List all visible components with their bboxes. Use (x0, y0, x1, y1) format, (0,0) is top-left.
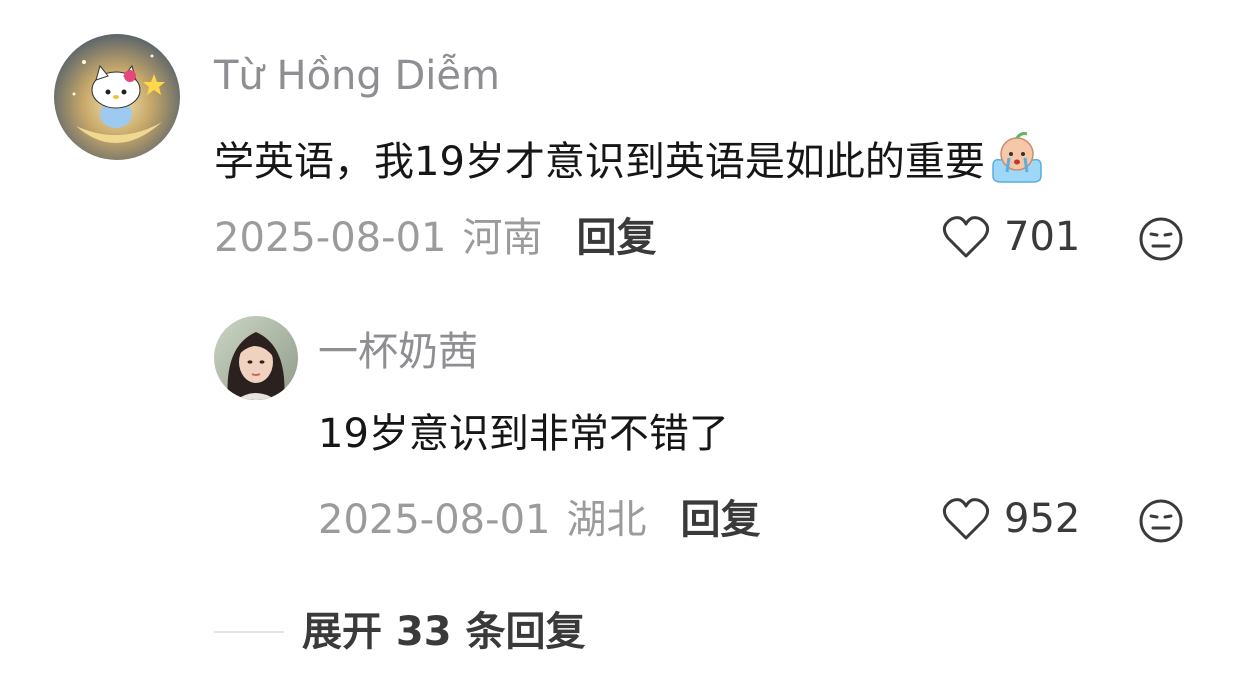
comment-thread: Từ Hồng Diễm 学英语，我19岁才意识到英语是如此的重要 2025-0… (0, 0, 1260, 698)
dislike-button[interactable] (1138, 216, 1184, 262)
heart-outline-icon (942, 214, 990, 260)
comment-date: 2025-08-01 (214, 215, 447, 261)
meh-face-icon (1138, 216, 1184, 262)
comment-author-name[interactable]: Từ Hồng Diễm (214, 56, 500, 96)
reply-location: 湖北 (566, 497, 647, 543)
comment-text-row: 学英语，我19岁才意识到英语是如此的重要 (214, 132, 1045, 191)
reply-reply-button[interactable]: 回复 (680, 500, 760, 540)
reply-avatar[interactable] (214, 316, 298, 400)
avatar[interactable] (54, 34, 180, 160)
heart-outline-icon (942, 496, 990, 542)
reply-dislike-button[interactable] (1138, 498, 1184, 544)
expand-replies-label: 展开 33 条回复 (302, 609, 586, 655)
expand-replies-button[interactable]: 展开 33 条回复 (214, 612, 586, 652)
reply-button[interactable]: 回复 (576, 218, 656, 258)
comment-text: 学英语，我19岁才意识到英语是如此的重要 (214, 138, 985, 185)
like-button[interactable]: 701 (942, 214, 1080, 260)
girl-portrait-avatar-image (214, 316, 298, 400)
crying-face-emoji (989, 132, 1045, 191)
meh-face-icon (1138, 498, 1184, 544)
comment-location: 河南 (462, 215, 543, 261)
divider-line (214, 631, 284, 633)
reply-like-button[interactable]: 952 (942, 496, 1080, 542)
reply-author-name[interactable]: 一杯奶茜 (318, 332, 478, 372)
comment-meta: 2025-08-01 河南 回复 (214, 218, 656, 258)
reply-text: 19岁意识到非常不错了 (318, 411, 729, 457)
reply-text-row: 19岁意识到非常不错了 (318, 414, 729, 454)
like-count: 701 (1004, 214, 1081, 260)
reply-meta: 2025-08-01 湖北 回复 (318, 500, 760, 540)
hello-kitty-avatar-image (54, 34, 180, 160)
reply-date: 2025-08-01 (318, 497, 551, 543)
reply-like-count: 952 (1004, 496, 1081, 542)
